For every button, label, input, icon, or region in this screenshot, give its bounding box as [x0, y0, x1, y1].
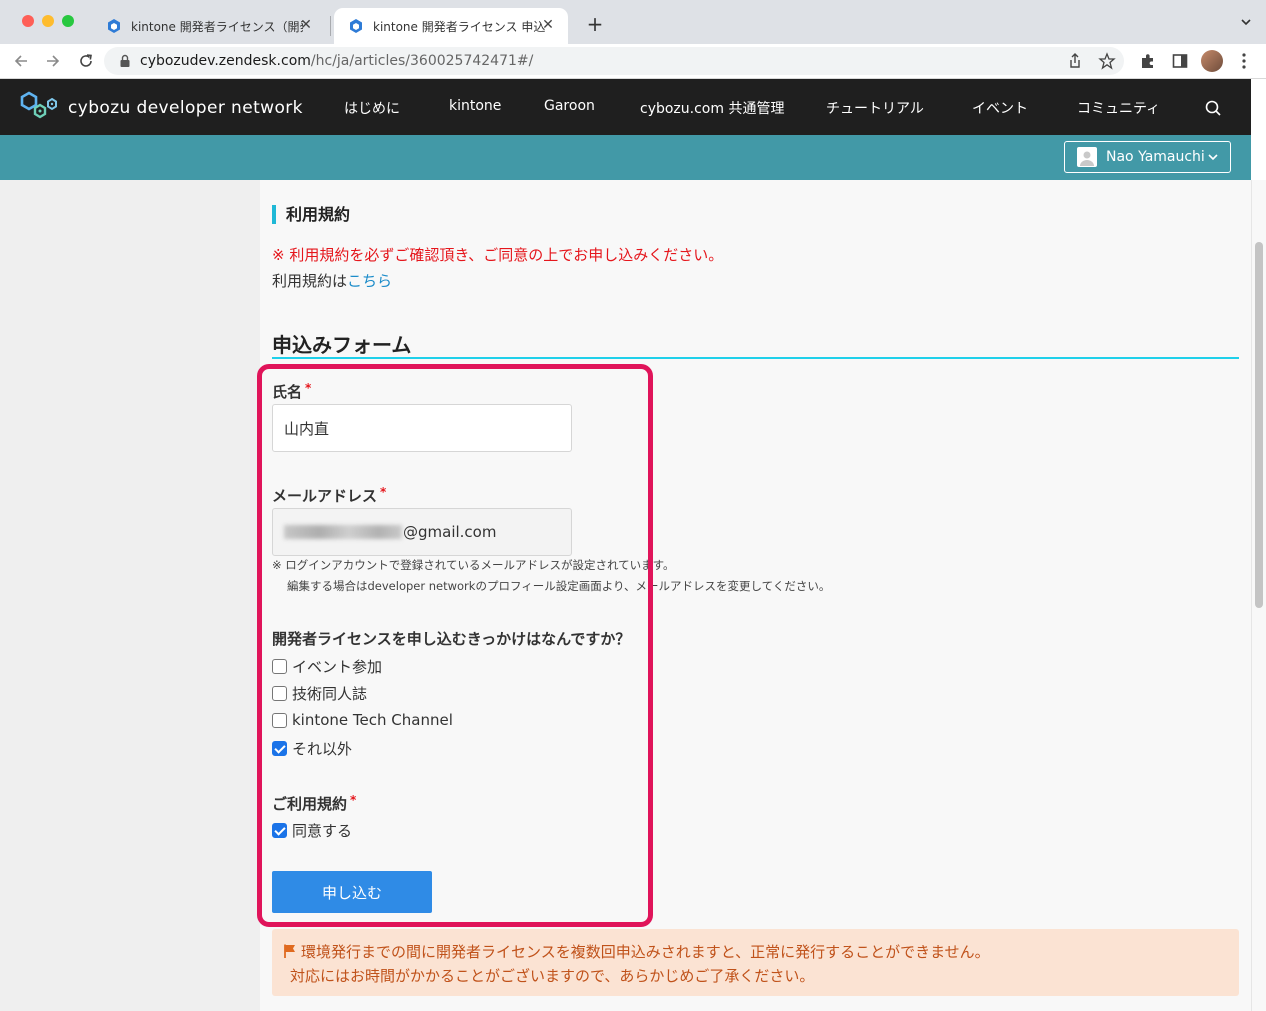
form-title-underline: [272, 357, 1239, 359]
terms-link[interactable]: こちら: [347, 272, 392, 290]
forward-arrow-icon[interactable]: [44, 52, 62, 70]
user-menu-button[interactable]: Nao Yamauchi: [1064, 141, 1231, 173]
terms-text: 利用規約は: [272, 272, 348, 290]
window-minimize-dot[interactable]: [42, 15, 54, 27]
url-host: cybozudev.zendesk.com: [140, 53, 311, 69]
browser-tab-bar: kintone 開発者ライセンス（開発環 ✕ kintone 開発者ライセンス …: [0, 0, 1266, 44]
email-field: @gmail.com: [272, 508, 572, 556]
site-header: cybozu developer network はじめに kintone Ga…: [0, 79, 1251, 135]
profile-avatar[interactable]: [1201, 50, 1223, 72]
window-close-dot[interactable]: [22, 15, 34, 27]
kintone-hex-icon: [350, 19, 362, 33]
terms-heading: 利用規約: [272, 205, 350, 224]
browser-tab-1[interactable]: kintone 開発者ライセンス（開発環 ✕: [92, 8, 326, 44]
reload-icon[interactable]: [77, 52, 95, 70]
scrollbar-thumb[interactable]: [1255, 242, 1263, 608]
side-panel-icon[interactable]: [1171, 52, 1189, 70]
form-title: 申込みフォーム: [272, 333, 412, 357]
email-domain: @gmail.com: [403, 523, 497, 541]
reason-option-event[interactable]: イベント参加: [272, 656, 382, 677]
email-note-2: 編集する場合はdeveloper networkのプロフィール設定画面より、メー…: [287, 579, 831, 593]
nav-item-garoon[interactable]: Garoon: [544, 98, 595, 114]
reason-option-doujinshi[interactable]: 技術同人誌: [272, 683, 367, 704]
reason-label: 開発者ライセンスを申し込むきっかけはなんですか？: [272, 630, 631, 648]
search-icon[interactable]: [1204, 99, 1222, 117]
email-label: メールアドレス *: [272, 485, 387, 505]
share-icon[interactable]: [1066, 52, 1084, 70]
chevron-down-icon: [1208, 154, 1218, 161]
main-nav: はじめに kintone Garoon cybozu.com 共通管理 チュート…: [0, 79, 1251, 135]
user-bar: Nao Yamauchi: [0, 135, 1251, 180]
tab-separator: [330, 16, 331, 36]
tab-close-icon[interactable]: ✕: [298, 17, 314, 33]
url-path: /hc/ja/articles/360025742471#/: [310, 53, 534, 69]
nav-item-community[interactable]: コミュニティ: [1077, 98, 1160, 118]
email-blurred-local-part: [284, 525, 402, 539]
kintone-hex-icon: [108, 19, 120, 33]
checkbox[interactable]: [272, 686, 287, 701]
user-name: Nao Yamauchi: [1106, 149, 1205, 165]
flag-icon: [284, 944, 295, 958]
page-scrollbar[interactable]: [1251, 180, 1266, 1011]
warning-line-2: 対応にはお時間がかかることがございますので、あらかじめご了承ください。: [290, 966, 815, 985]
reason-option-other[interactable]: それ以外: [272, 738, 352, 759]
chevron-down-icon[interactable]: [1240, 16, 1252, 28]
browser-tab-2[interactable]: kintone 開発者ライセンス 申込フォ ✕: [334, 8, 568, 44]
agree-label: ご利用規約 *: [272, 793, 357, 813]
browser-toolbar: cybozudev.zendesk.com/hc/ja/articles/360…: [0, 44, 1266, 79]
bookmark-star-icon[interactable]: [1098, 52, 1116, 70]
nav-item-tutorial[interactable]: チュートリアル: [826, 98, 924, 118]
checkbox-checked[interactable]: [272, 741, 287, 756]
tab-close-icon[interactable]: ✕: [540, 17, 556, 33]
url-bar[interactable]: cybozudev.zendesk.com/hc/ja/articles/360…: [104, 47, 1124, 75]
nav-item-kintone[interactable]: kintone: [449, 98, 501, 114]
agree-option[interactable]: 同意する: [272, 820, 352, 841]
tab-title: kintone 開発者ライセンス（開発環: [131, 19, 303, 34]
warning-line-1: 環境発行までの間に開発者ライセンスを複数回申込みされますと、正常に発行することが…: [301, 942, 990, 961]
warning-notice: 環境発行までの間に開発者ライセンスを複数回申込みされますと、正常に発行することが…: [272, 929, 1239, 996]
window-zoom-dot[interactable]: [62, 15, 74, 27]
terms-notice: ※ 利用規約を必ずご確認頂き、ご同意の上でお申し込みください。: [272, 246, 724, 264]
more-menu-icon[interactable]: [1241, 52, 1247, 70]
required-mark: *: [350, 793, 357, 807]
name-input[interactable]: 山内直: [272, 404, 572, 452]
checkbox[interactable]: [272, 659, 287, 674]
required-mark: *: [305, 381, 312, 395]
extensions-puzzle-icon[interactable]: [1139, 52, 1157, 70]
tab-title: kintone 開発者ライセンス 申込フォ: [373, 19, 545, 34]
back-arrow-icon[interactable]: [12, 52, 30, 70]
new-tab-icon[interactable]: +: [585, 12, 605, 36]
submit-button[interactable]: 申し込む: [272, 871, 432, 913]
terms-link-line: 利用規約はこちら: [272, 270, 392, 291]
checkbox[interactable]: [272, 712, 287, 728]
reason-option-tech-channel[interactable]: kintone Tech Channel: [272, 711, 453, 729]
required-mark: *: [380, 485, 387, 499]
user-avatar-icon: [1077, 147, 1097, 167]
nav-item-events[interactable]: イベント: [972, 98, 1028, 118]
lock-icon: [120, 54, 130, 67]
email-note-1: ※ ログインアカウントで登録されているメールアドレスが設定されています。: [272, 558, 675, 572]
checkbox-checked[interactable]: [272, 823, 287, 838]
nav-item-getting-started[interactable]: はじめに: [344, 98, 400, 118]
name-label: 氏名 *: [272, 381, 312, 401]
nav-item-cybozu-com[interactable]: cybozu.com 共通管理: [640, 98, 784, 118]
name-input-value: 山内直: [284, 419, 330, 438]
